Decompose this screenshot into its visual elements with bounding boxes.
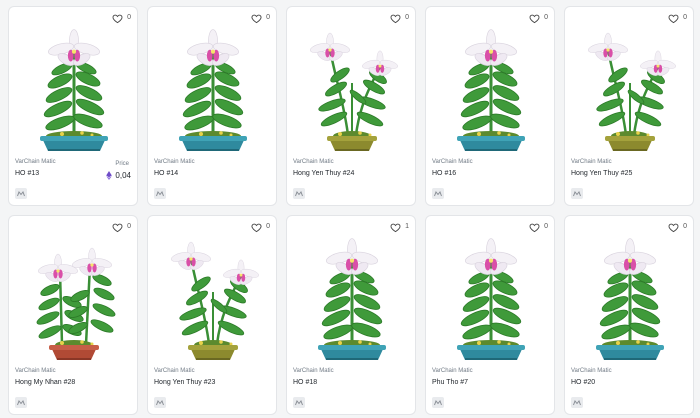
chain-badge: [571, 397, 583, 408]
orchid-artwork[interactable]: [22, 23, 126, 153]
heart-icon: [112, 223, 123, 232]
collection-name[interactable]: VarChain Matic: [432, 159, 473, 165]
nft-card[interactable]: 0 VarChain Matic Hong Yen Thuy #25: [564, 6, 694, 206]
chain-badge-icon: [434, 399, 442, 405]
chain-badge-icon: [295, 190, 303, 196]
orchid-artwork[interactable]: [300, 232, 404, 362]
chain-badge: [432, 188, 444, 199]
price-label: Price: [115, 161, 129, 167]
nft-card[interactable]: 0 VarChain Matic Phu Tho #7: [425, 215, 555, 415]
item-name[interactable]: HO #16: [432, 170, 456, 177]
item-name[interactable]: Hong Yen Thuy #23: [154, 379, 215, 386]
favorite-count: 0: [544, 14, 548, 21]
favorite-count: 0: [405, 14, 409, 21]
nft-card[interactable]: 0 VarChain Matic Hong Yen Thuy #24: [286, 6, 416, 206]
chain-badge-icon: [17, 190, 25, 196]
heart-icon: [390, 223, 401, 232]
chain-badge-icon: [156, 399, 164, 405]
price-value-group: 0,04: [106, 171, 131, 180]
orchid-artwork[interactable]: [439, 232, 543, 362]
favorite-count: 0: [544, 223, 548, 230]
nft-card[interactable]: 1 VarChain Matic HO #18: [286, 215, 416, 415]
collection-name[interactable]: VarChain Matic: [293, 159, 334, 165]
chain-badge: [154, 397, 166, 408]
price-value: 0,04: [115, 171, 131, 180]
item-name[interactable]: Hong My Nhan #28: [15, 379, 75, 386]
collection-name[interactable]: VarChain Matic: [571, 368, 612, 374]
favorite-count: 0: [683, 14, 687, 21]
orchid-artwork[interactable]: [439, 23, 543, 153]
orchid-artwork[interactable]: [161, 23, 265, 153]
favorite-count: 1: [405, 223, 409, 230]
chain-badge: [432, 397, 444, 408]
favorite-count: 0: [127, 14, 131, 21]
item-name[interactable]: HO #20: [571, 379, 595, 386]
heart-icon: [251, 223, 262, 232]
chain-badge: [293, 397, 305, 408]
item-name[interactable]: HO #13: [15, 170, 39, 177]
collection-name[interactable]: VarChain Matic: [293, 368, 334, 374]
orchid-artwork[interactable]: [22, 232, 126, 362]
favorite-count: 0: [683, 223, 687, 230]
chain-badge: [15, 188, 27, 199]
item-name[interactable]: Phu Tho #7: [432, 379, 468, 386]
item-name[interactable]: HO #14: [154, 170, 178, 177]
heart-icon: [390, 14, 401, 23]
orchid-artwork[interactable]: [578, 23, 682, 153]
chain-badge: [293, 188, 305, 199]
heart-icon: [112, 14, 123, 23]
collection-name[interactable]: VarChain Matic: [15, 159, 56, 165]
chain-badge-icon: [295, 399, 303, 405]
nft-card[interactable]: 0 VarChain Matic HO #14: [147, 6, 277, 206]
favorite-count: 0: [127, 223, 131, 230]
collection-name[interactable]: VarChain Matic: [432, 368, 473, 374]
chain-badge-icon: [156, 190, 164, 196]
ethereum-icon: [106, 171, 113, 180]
item-name[interactable]: HO #18: [293, 379, 317, 386]
nft-card[interactable]: 0 VarChain Matic Hong Yen Thuy #23: [147, 215, 277, 415]
orchid-artwork[interactable]: [161, 232, 265, 362]
heart-icon: [251, 14, 262, 23]
item-name[interactable]: Hong Yen Thuy #24: [293, 170, 354, 177]
chain-badge-icon: [573, 190, 581, 196]
nft-card[interactable]: 0 VarChain Matic HO #20: [564, 215, 694, 415]
heart-icon: [668, 14, 679, 23]
nft-card[interactable]: 0 VarChain Matic HO #13 Price 0,04: [8, 6, 138, 206]
chain-badge: [571, 188, 583, 199]
nft-card[interactable]: 0 VarChain Matic HO #16: [425, 6, 555, 206]
heart-icon: [668, 223, 679, 232]
collection-name[interactable]: VarChain Matic: [154, 368, 195, 374]
collection-name[interactable]: VarChain Matic: [571, 159, 612, 165]
item-name[interactable]: Hong Yen Thuy #25: [571, 170, 632, 177]
chain-badge-icon: [573, 399, 581, 405]
favorite-count: 0: [266, 14, 270, 21]
chain-badge: [154, 188, 166, 199]
heart-icon: [529, 223, 540, 232]
collection-name[interactable]: VarChain Matic: [154, 159, 195, 165]
heart-icon: [529, 14, 540, 23]
orchid-artwork[interactable]: [300, 23, 404, 153]
nft-card[interactable]: 0 VarChain Matic Hong My Nhan #28: [8, 215, 138, 415]
chain-badge-icon: [17, 399, 25, 405]
chain-badge: [15, 397, 27, 408]
chain-badge-icon: [434, 190, 442, 196]
favorite-count: 0: [266, 223, 270, 230]
orchid-artwork[interactable]: [578, 232, 682, 362]
collection-name[interactable]: VarChain Matic: [15, 368, 56, 374]
